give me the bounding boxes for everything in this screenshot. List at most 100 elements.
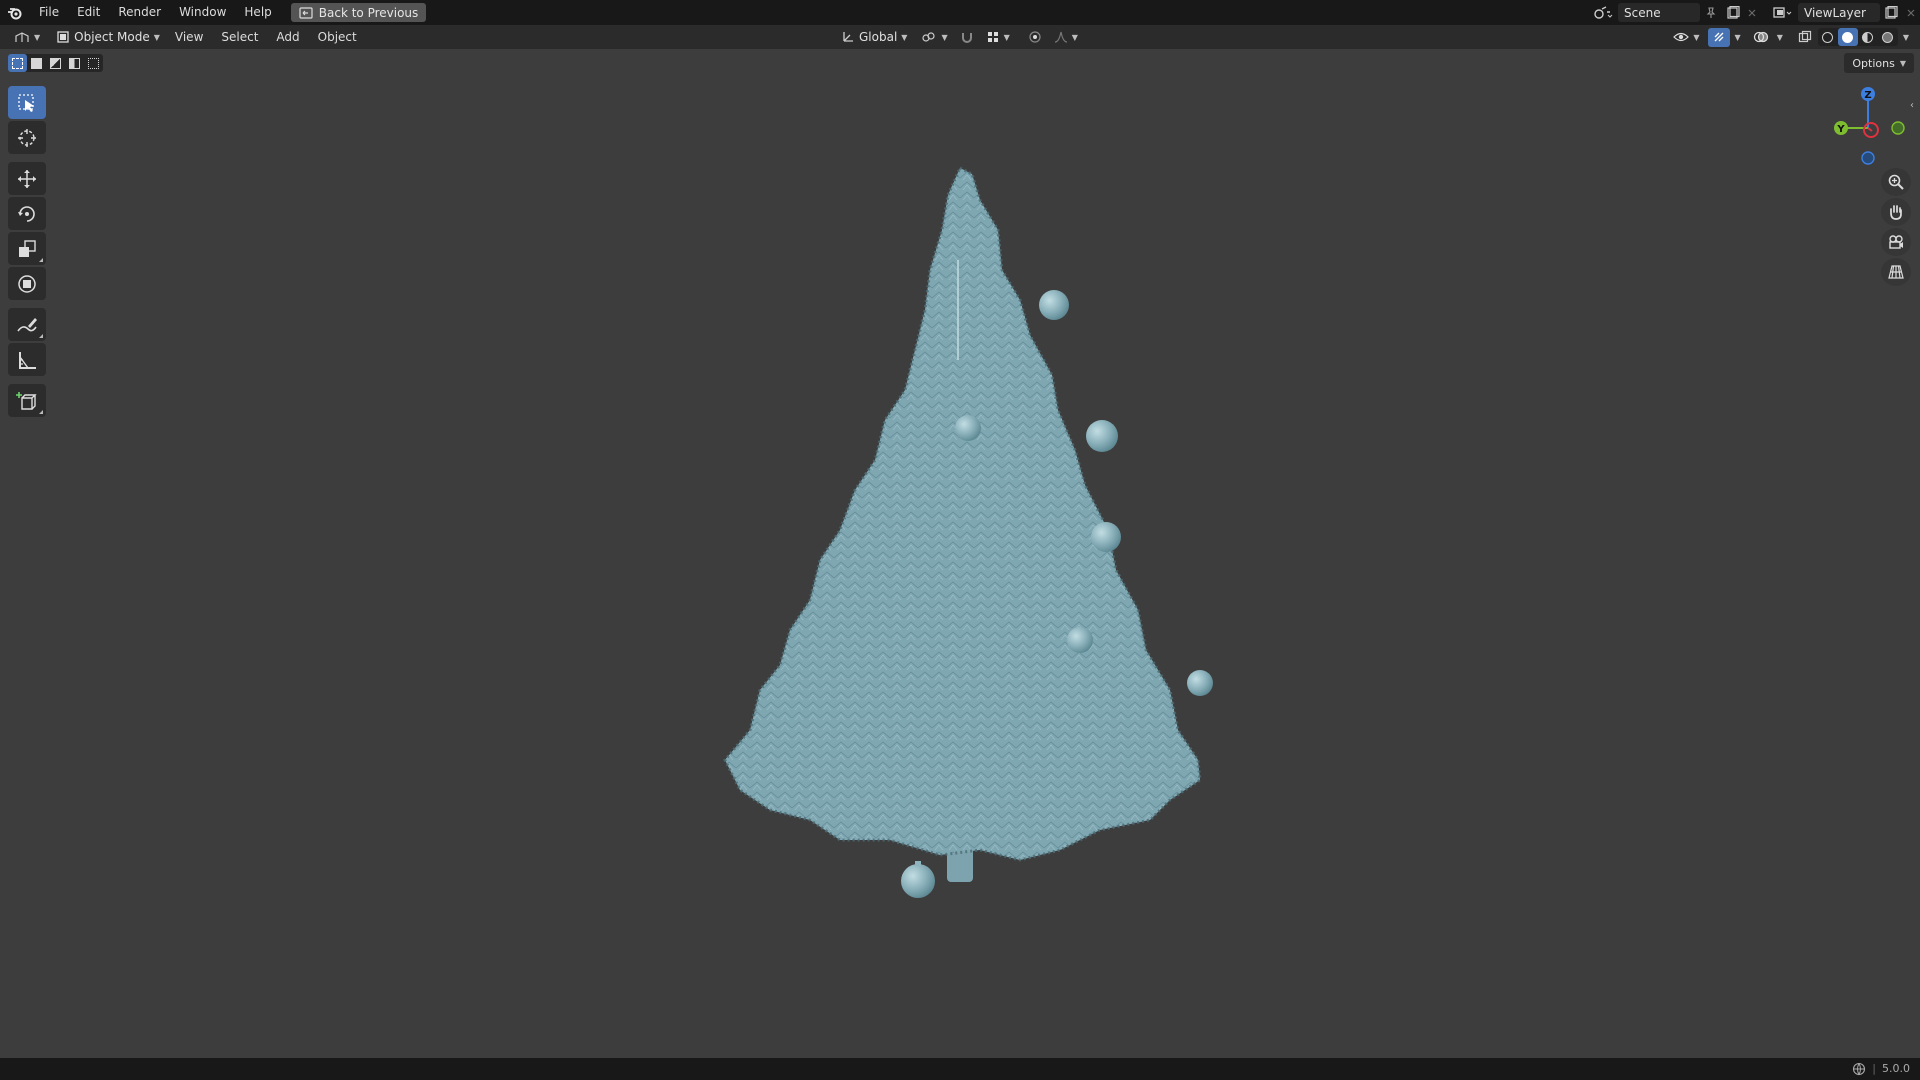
rotate-tool[interactable] (8, 197, 46, 230)
status-bar: | 5.0.0 (0, 1058, 1920, 1080)
selection-mode-group (8, 54, 103, 72)
snap-target-dropdown[interactable]: ▼ (980, 28, 1016, 47)
snap-toggle-icon[interactable] (956, 28, 978, 47)
globe-icon (1853, 1062, 1866, 1076)
menu-window[interactable]: Window (170, 0, 235, 25)
back-to-previous-label: Back to Previous (318, 5, 419, 20)
gizmo-neg-z-axis[interactable] (1861, 151, 1875, 165)
visibility-dropdown[interactable]: ▼ (1667, 28, 1705, 47)
wireframe-shading-icon[interactable] (1818, 28, 1838, 46)
orientation-icon (843, 32, 853, 42)
pivot-point-dropdown[interactable]: ▼ (915, 28, 953, 47)
header-menu-object[interactable]: Object (309, 25, 366, 49)
select-invert-icon[interactable] (65, 54, 84, 72)
perspective-toggle-button[interactable] (1881, 258, 1911, 286)
tool-shelf (8, 86, 46, 419)
scene-type-icon[interactable] (1588, 3, 1618, 22)
menu-help[interactable]: Help (235, 0, 280, 25)
delete-scene-icon[interactable] (1744, 3, 1760, 22)
editor-type-dropdown[interactable]: ▼ (8, 28, 46, 47)
pan-view-button[interactable] (1881, 198, 1911, 226)
header-menu-view[interactable]: View (166, 25, 212, 49)
zoom-icon (1888, 174, 1904, 190)
cursor-tool[interactable] (8, 121, 46, 154)
ornament (1067, 627, 1093, 653)
rendered-shading-icon[interactable] (1878, 28, 1898, 46)
back-window-icon (299, 6, 313, 19)
header-menu-add[interactable]: Add (267, 25, 308, 49)
select-extend-icon[interactable] (27, 54, 46, 72)
svg-text:Z: Z (1864, 90, 1871, 101)
options-dropdown[interactable]: Options ▼ (1844, 53, 1914, 73)
overlays-dropdown[interactable]: ▼ (1774, 28, 1786, 47)
camera-view-button[interactable] (1881, 228, 1911, 256)
camera-icon (1889, 235, 1903, 249)
pivot-icon (922, 32, 936, 42)
grid-perspective-icon (1888, 265, 1904, 279)
hand-icon (1890, 205, 1902, 220)
transform-tools: Global ▼ ▼ ▼ ▼ (835, 25, 1084, 49)
object-mode-icon (57, 31, 69, 43)
new-scene-icon[interactable] (1722, 3, 1744, 22)
svg-text:Y: Y (1836, 124, 1845, 135)
xray-toggle-icon[interactable] (1794, 28, 1816, 47)
ornament-cap (915, 861, 921, 866)
version-label: 5.0.0 (1882, 1062, 1910, 1075)
annotate-tool[interactable] (8, 308, 46, 341)
scale-icon (19, 239, 36, 257)
transform-icon (18, 274, 36, 293)
select-box-tool[interactable] (8, 86, 46, 119)
select-subtract-icon[interactable] (46, 54, 65, 72)
editor-type-icon (15, 32, 29, 42)
menu-edit[interactable]: Edit (68, 0, 109, 25)
falloff-icon (1054, 31, 1067, 43)
menu-render[interactable]: Render (109, 0, 170, 25)
gizmo-neg-y-axis[interactable] (1891, 121, 1905, 135)
transform-orientation-label: Global (859, 30, 898, 44)
move-tool[interactable] (8, 162, 46, 195)
measure-tool[interactable] (8, 343, 46, 376)
select-new-icon[interactable] (8, 54, 27, 72)
new-view-layer-icon[interactable] (1880, 3, 1902, 22)
gizmo-dropdown[interactable]: ▼ (1732, 28, 1744, 47)
view-layer-name: ViewLayer (1804, 5, 1866, 20)
ornament (955, 415, 981, 441)
cursor-icon (18, 128, 36, 147)
select-intersect-icon[interactable] (84, 54, 103, 72)
annotate-icon (17, 317, 37, 331)
blender-logo-icon[interactable] (0, 0, 30, 25)
options-label: Options (1852, 56, 1895, 70)
back-to-previous-button[interactable]: Back to Previous (290, 3, 427, 22)
delete-view-layer-icon[interactable] (1902, 3, 1920, 22)
solid-shading-icon[interactable] (1837, 28, 1858, 46)
zoom-view-button[interactable] (1881, 168, 1911, 196)
material-preview-icon[interactable] (1858, 28, 1878, 46)
add-cube-tool[interactable] (8, 384, 46, 417)
scale-tool[interactable] (8, 232, 46, 265)
scene-field[interactable]: Scene (1618, 3, 1700, 22)
snap-grid-icon (987, 32, 998, 42)
scene-name: Scene (1624, 5, 1661, 20)
christmas-tree-object[interactable] (680, 160, 1240, 910)
ornament (1187, 670, 1213, 696)
header-menu-select[interactable]: Select (212, 25, 267, 49)
sidebar-toggle-icon[interactable]: ‹ (1910, 100, 1914, 111)
menu-file[interactable]: File (30, 0, 68, 25)
transform-orientation-dropdown[interactable]: Global ▼ (835, 28, 913, 47)
overlays-toggle-icon[interactable] (1750, 28, 1772, 47)
transform-tool[interactable] (8, 267, 46, 300)
gizmo-toggle-icon[interactable] (1707, 27, 1730, 47)
mode-label: Object Mode (74, 30, 150, 44)
mode-dropdown[interactable]: Object Mode ▼ (50, 28, 166, 47)
view-layer-type-icon[interactable] (1768, 3, 1798, 22)
viewport-header: ▼ Object Mode ▼ View Select Add Object G… (0, 25, 1920, 49)
proportional-edit-icon[interactable] (1024, 28, 1046, 47)
add-cube-icon (16, 391, 37, 410)
view-layer-field[interactable]: ViewLayer (1798, 3, 1880, 22)
eye-icon (1673, 32, 1690, 42)
navigation-gizmo[interactable]: Z Y (1826, 85, 1916, 165)
shading-dropdown[interactable]: ▼ (1900, 28, 1912, 47)
proportional-falloff-dropdown[interactable]: ▼ (1048, 28, 1084, 47)
top-menu-bar: File Edit Render Window Help Back to Pre… (0, 0, 1920, 25)
pin-scene-icon[interactable] (1700, 3, 1722, 22)
